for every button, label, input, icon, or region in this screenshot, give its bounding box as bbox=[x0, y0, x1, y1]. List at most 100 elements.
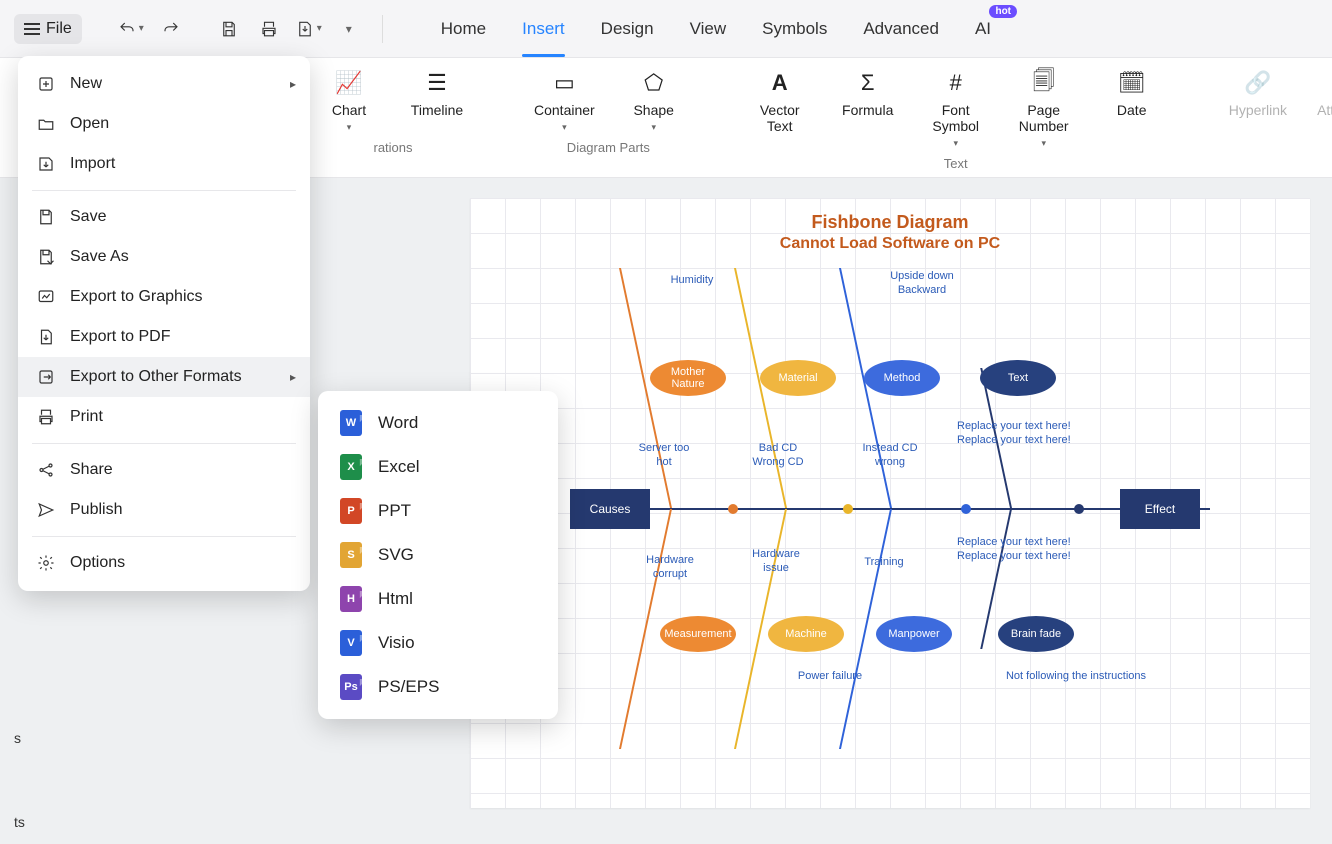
menu-share[interactable]: Share bbox=[18, 450, 310, 490]
vector-text-button[interactable]: AVector Text bbox=[751, 68, 809, 149]
spine-node bbox=[961, 504, 971, 514]
timeline-button[interactable]: ☰Timeline bbox=[408, 68, 466, 133]
ribbon-group-links: 🔗Hyperlink 📎Attachmen bbox=[1229, 68, 1332, 142]
oval-machine[interactable]: Machine bbox=[768, 616, 844, 652]
more-toolbar-button[interactable]: ▾ bbox=[334, 14, 364, 44]
tab-symbols[interactable]: Symbols bbox=[762, 13, 827, 45]
oval-material[interactable]: Material bbox=[760, 360, 836, 396]
excel-icon: X bbox=[340, 454, 362, 480]
menu-save-as[interactable]: Save As bbox=[18, 237, 310, 277]
drawing-canvas[interactable]: Fishbone Diagram Cannot Load Software on… bbox=[470, 198, 1310, 808]
ribbon-group-parts: ▭Container ⬠Shape bbox=[534, 68, 683, 157]
label-training: Training bbox=[839, 556, 929, 570]
redo-button[interactable] bbox=[156, 14, 186, 44]
import-icon bbox=[36, 154, 56, 174]
label-replace1: Replace your text here! Replace your tex… bbox=[957, 420, 1047, 448]
tab-ai[interactable]: AI hot bbox=[975, 13, 991, 45]
font-symbol-button[interactable]: #Font Symbol bbox=[927, 68, 985, 149]
tab-advanced[interactable]: Advanced bbox=[863, 13, 939, 45]
date-button[interactable]: 🗓Date bbox=[1103, 68, 1161, 149]
export-other-icon bbox=[36, 367, 56, 387]
export-icon-button[interactable] bbox=[294, 14, 324, 44]
export-graphics-icon bbox=[36, 287, 56, 307]
label-instead-cd: Instead CD wrong bbox=[845, 442, 935, 470]
stray-text-ts: ts bbox=[14, 814, 25, 830]
submenu-visio[interactable]: VVisio bbox=[318, 621, 558, 665]
menu-options[interactable]: Options bbox=[18, 543, 310, 583]
hot-badge: hot bbox=[989, 5, 1017, 18]
diagram-subtitle: Cannot Load Software on PC bbox=[470, 235, 1310, 253]
oval-mother-nature[interactable]: Mother Nature bbox=[650, 360, 726, 396]
oval-text[interactable]: Text bbox=[980, 360, 1056, 396]
label-power-failure: Power failure bbox=[785, 670, 875, 684]
label-hardware-issue: Hardware issue bbox=[731, 548, 821, 576]
save-icon bbox=[36, 207, 56, 227]
oval-method[interactable]: Method bbox=[864, 360, 940, 396]
export-other-submenu: WWord XExcel PPPT SSVG HHtml VVisio PsPS… bbox=[318, 391, 558, 719]
file-button[interactable]: File bbox=[14, 14, 82, 44]
menu-save[interactable]: Save bbox=[18, 197, 310, 237]
submenu-word[interactable]: WWord bbox=[318, 401, 558, 445]
hamburger-icon bbox=[24, 23, 40, 35]
spine-node bbox=[843, 504, 853, 514]
menu-publish[interactable]: Publish bbox=[18, 490, 310, 530]
submenu-excel[interactable]: XExcel bbox=[318, 445, 558, 489]
diagram-title: Fishbone Diagram bbox=[470, 198, 1310, 233]
menu-open[interactable]: Open bbox=[18, 104, 310, 144]
label-humidity: Humidity bbox=[647, 274, 737, 288]
label-not-following: Not following the instructions bbox=[996, 670, 1156, 684]
ribbon-group-text: AVector Text ΣFormula #Font Symbol 🗐Page… bbox=[751, 68, 1161, 173]
hyperlink-button[interactable]: 🔗Hyperlink bbox=[1229, 68, 1287, 118]
main-tabs: Home Insert Design View Symbols Advanced… bbox=[441, 13, 991, 45]
label-server-hot: Server too hot bbox=[619, 442, 709, 470]
container-button[interactable]: ▭Container bbox=[534, 68, 595, 133]
spine-node bbox=[1074, 504, 1084, 514]
ribbon-group-illustrations: 📈Chart ☰Timeline bbox=[320, 68, 466, 157]
effect-box[interactable]: Effect bbox=[1120, 489, 1200, 529]
ppt-icon: P bbox=[340, 498, 362, 524]
tab-insert[interactable]: Insert bbox=[522, 13, 565, 45]
printer-icon bbox=[36, 407, 56, 427]
file-label: File bbox=[46, 20, 72, 38]
tab-view[interactable]: View bbox=[690, 13, 727, 45]
submenu-pseps[interactable]: PsPS/EPS bbox=[318, 665, 558, 709]
causes-box[interactable]: Causes bbox=[570, 489, 650, 529]
oval-brain-fade[interactable]: Brain fade bbox=[998, 616, 1074, 652]
menu-print[interactable]: Print bbox=[18, 397, 310, 437]
page-number-button[interactable]: 🗐Page Number bbox=[1015, 68, 1073, 149]
label-bad-cd: Bad CD Wrong CD bbox=[733, 442, 823, 470]
submenu-html[interactable]: HHtml bbox=[318, 577, 558, 621]
undo-button[interactable] bbox=[116, 14, 146, 44]
stray-text-s: s bbox=[14, 730, 21, 746]
menu-export-graphics[interactable]: Export to Graphics bbox=[18, 277, 310, 317]
formula-button[interactable]: ΣFormula bbox=[839, 68, 897, 149]
chart-button[interactable]: 📈Chart bbox=[320, 68, 378, 133]
save-icon-button[interactable] bbox=[214, 14, 244, 44]
tab-home[interactable]: Home bbox=[441, 13, 486, 45]
oval-measurement[interactable]: Measurement bbox=[660, 616, 736, 652]
svg-icon: S bbox=[340, 542, 362, 568]
menu-divider bbox=[32, 190, 296, 191]
chevron-right-icon: ▸ bbox=[290, 77, 296, 91]
menu-export-other[interactable]: Export to Other Formats▸ bbox=[18, 357, 310, 397]
folder-icon bbox=[36, 114, 56, 134]
tab-design[interactable]: Design bbox=[601, 13, 654, 45]
chevron-right-icon: ▸ bbox=[290, 370, 296, 384]
shape-button[interactable]: ⬠Shape bbox=[625, 68, 683, 133]
submenu-svg[interactable]: SSVG bbox=[318, 533, 558, 577]
share-icon bbox=[36, 460, 56, 480]
label-upside: Upside down Backward bbox=[877, 270, 967, 298]
separator bbox=[382, 15, 383, 43]
menu-new[interactable]: New▸ bbox=[18, 64, 310, 104]
submenu-ppt[interactable]: PPPT bbox=[318, 489, 558, 533]
label-hardware-corrupt: Hardware corrupt bbox=[625, 554, 715, 582]
gear-icon bbox=[36, 553, 56, 573]
visio-icon: V bbox=[340, 630, 362, 656]
menu-export-pdf[interactable]: Export to PDF bbox=[18, 317, 310, 357]
oval-manpower[interactable]: Manpower bbox=[876, 616, 952, 652]
file-menu: New▸ Open Import Save Save As Export to … bbox=[18, 56, 310, 591]
print-icon-button[interactable] bbox=[254, 14, 284, 44]
menu-divider bbox=[32, 443, 296, 444]
attachment-button[interactable]: 📎Attachmen bbox=[1317, 68, 1332, 118]
menu-import[interactable]: Import bbox=[18, 144, 310, 184]
